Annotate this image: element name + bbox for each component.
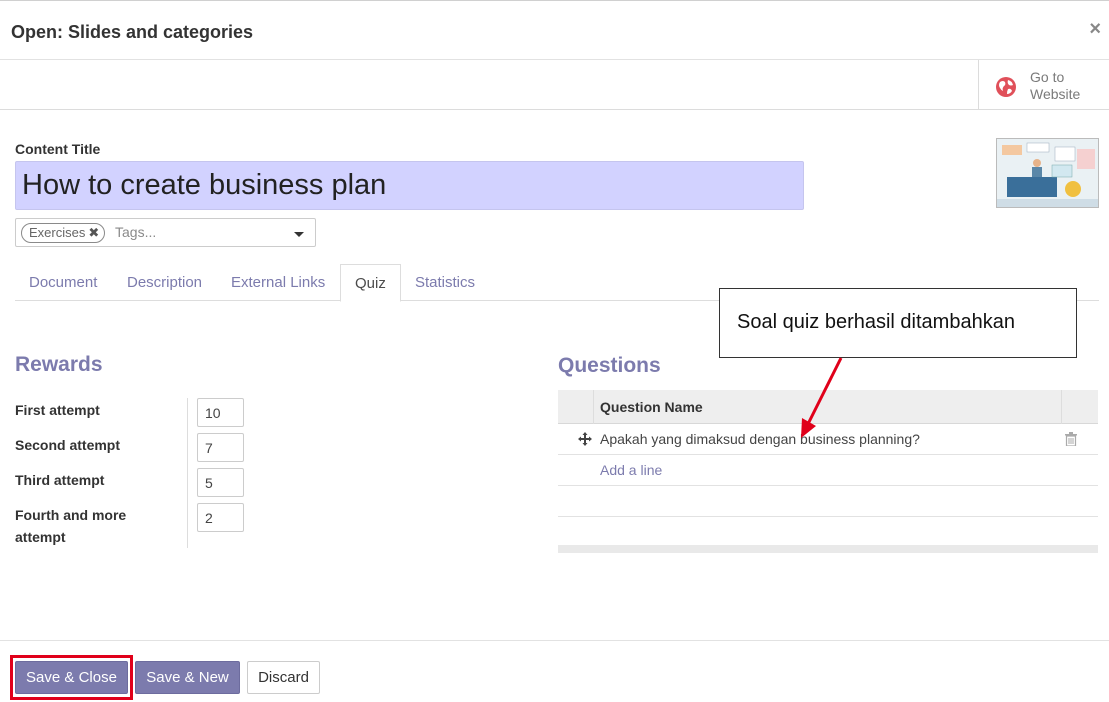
add-a-line-link[interactable]: Add a line: [600, 462, 662, 478]
tab-external-links[interactable]: External Links: [217, 264, 339, 301]
globe-icon: [996, 77, 1016, 97]
questions-heading: Questions: [558, 354, 661, 377]
chevron-down-icon[interactable]: [294, 232, 304, 237]
tab-document[interactable]: Document: [15, 264, 111, 301]
go-to-website-label: Go to Website: [1030, 69, 1081, 102]
annotation-arrow: [801, 357, 843, 438]
slide-thumbnail-image[interactable]: [996, 138, 1099, 208]
dialog-footer: Save & Close Save & New Discard: [0, 640, 1109, 702]
first-attempt-input[interactable]: [197, 398, 244, 427]
tab-quiz[interactable]: Quiz: [340, 264, 401, 302]
tags-field[interactable]: Exercises ✖ Tags...: [15, 218, 316, 247]
fourth-attempt-label: Fourth and more attempt: [15, 507, 127, 545]
tags-input[interactable]: Tags...: [115, 224, 156, 240]
dialog-header: Open: Slides and categories ×: [0, 4, 1109, 60]
rewards-heading: Rewards: [15, 353, 103, 376]
question-name-column-header[interactable]: Question Name: [600, 399, 703, 415]
first-attempt-label: First attempt: [15, 402, 100, 418]
third-attempt-label: Third attempt: [15, 472, 105, 488]
tab-description[interactable]: Description: [113, 264, 216, 301]
empty-row: [558, 486, 1098, 517]
delete-column-separator: [1061, 390, 1062, 424]
remove-tag-icon[interactable]: ✖: [88, 225, 99, 240]
second-attempt-label: Second attempt: [15, 437, 121, 453]
rewards-separator: [187, 398, 188, 548]
close-icon[interactable]: ×: [1089, 18, 1101, 41]
second-attempt-input[interactable]: [197, 433, 244, 462]
annotation-callout: Soal quiz berhasil ditambahkan: [719, 288, 1077, 358]
drag-handle-icon[interactable]: [577, 431, 593, 447]
add-line-row: Add a line: [558, 455, 1098, 486]
content-title-input[interactable]: [15, 161, 804, 210]
save-close-button[interactable]: Save & Close: [15, 661, 128, 694]
table-footer: [558, 545, 1098, 553]
fourth-attempt-input[interactable]: [197, 503, 244, 532]
question-name-cell[interactable]: Apakah yang dimaksud dengan business pla…: [600, 431, 920, 447]
tab-statistics[interactable]: Statistics: [401, 264, 489, 301]
third-attempt-input[interactable]: [197, 468, 244, 497]
trash-icon[interactable]: [1065, 432, 1077, 446]
dialog-title: Open: Slides and categories: [11, 22, 254, 42]
annotation-text: Soal quiz berhasil ditambahkan: [737, 311, 1015, 333]
discard-button[interactable]: Discard: [247, 661, 320, 694]
tag-badge: Exercises ✖: [21, 223, 106, 243]
button-box: Go to Website: [0, 60, 1109, 110]
save-new-button[interactable]: Save & New: [135, 661, 240, 694]
content-title-label: Content Title: [15, 141, 101, 157]
go-to-website-button[interactable]: Go to Website: [978, 60, 1109, 110]
handle-column-header: [558, 390, 594, 424]
